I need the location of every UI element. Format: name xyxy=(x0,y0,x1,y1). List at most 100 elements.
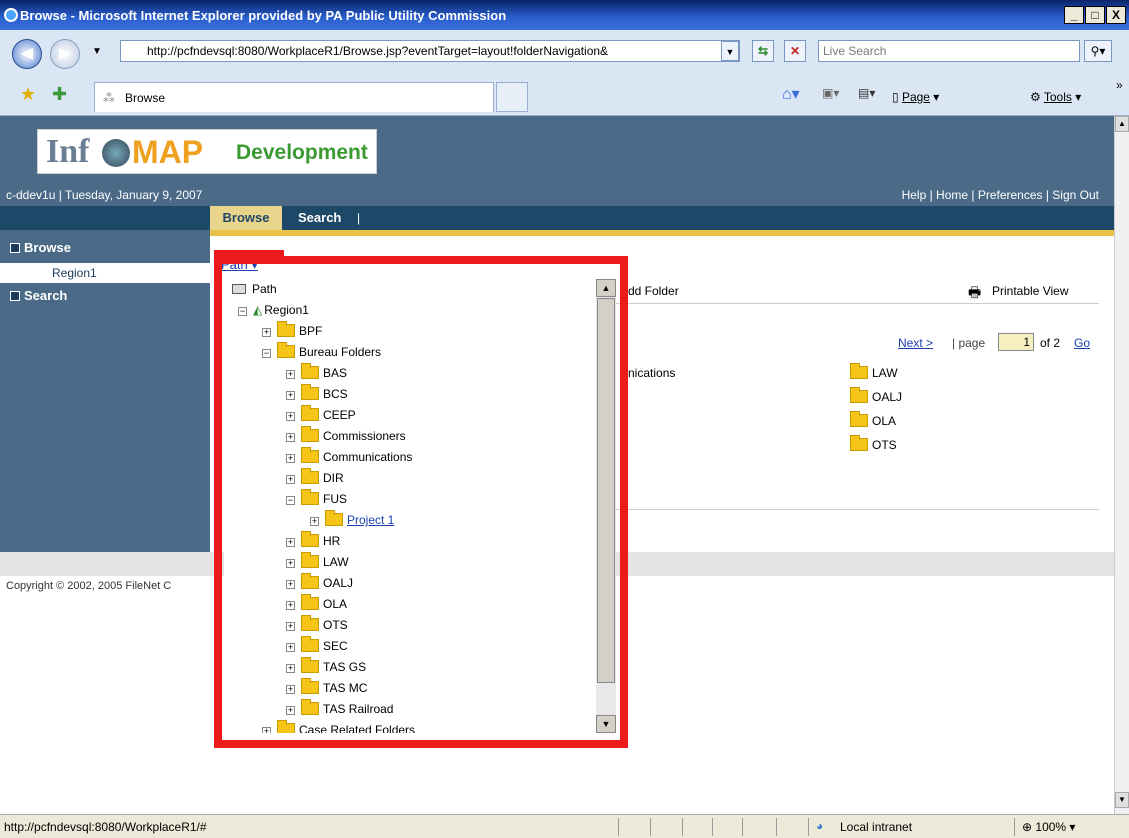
tree-item-bpf[interactable]: + BPF xyxy=(262,321,322,342)
tree-item[interactable]: + Communications xyxy=(286,447,412,468)
expand-icon xyxy=(10,291,20,301)
page-scroll-up-icon[interactable]: ▲ xyxy=(1115,116,1129,132)
tree-item[interactable]: + DIR xyxy=(286,468,344,489)
header-links[interactable]: Help | Home | Preferences | Sign Out xyxy=(902,188,1099,202)
folder-icon xyxy=(277,342,295,358)
page-number-input[interactable]: 1 xyxy=(998,333,1034,351)
tree-item-case-related[interactable]: + Case Related Folders xyxy=(262,720,415,733)
print-icon[interactable]: ▤▾ xyxy=(858,86,875,100)
folder-item-ola[interactable]: OLA xyxy=(850,411,896,428)
tree-item-bureau-folders[interactable]: − Bureau Folders xyxy=(262,342,381,363)
tree-scrollbar[interactable]: ▲ ▼ xyxy=(596,279,616,733)
folder-icon xyxy=(301,489,319,505)
expand-icon: + xyxy=(286,663,295,673)
folder-icon xyxy=(850,435,868,451)
tree-item-project-1[interactable]: + Project 1 xyxy=(310,510,394,531)
scroll-thumb[interactable] xyxy=(597,298,615,683)
tab-search-menu[interactable]: Search xyxy=(298,206,341,230)
tree-item[interactable]: + Commissioners xyxy=(286,426,406,447)
address-dropdown-icon[interactable]: ▼ xyxy=(721,41,739,61)
history-dropdown-icon[interactable]: ▼ xyxy=(92,46,102,57)
new-tab-button[interactable] xyxy=(496,82,528,112)
folder-icon xyxy=(301,468,319,484)
folder-item-law[interactable]: LAW xyxy=(850,363,898,380)
folder-icon xyxy=(850,363,868,379)
expand-icon: + xyxy=(286,537,295,547)
printable-view-link[interactable]: Printable View xyxy=(992,284,1069,298)
tree-item[interactable]: + TAS GS xyxy=(286,657,366,678)
tab-browse[interactable]: ⁂ Browse xyxy=(94,82,494,112)
page-header: Inf MAP Development c-ddev1u | Tuesday, … xyxy=(0,116,1114,206)
feeds-icon[interactable]: ▣▾ xyxy=(822,86,839,100)
tree-item[interactable]: + CEEP xyxy=(286,405,356,426)
next-page-link[interactable]: Next > xyxy=(898,336,933,350)
scroll-down-icon[interactable]: ▼ xyxy=(596,715,616,733)
tree-item[interactable]: + BCS xyxy=(286,384,348,405)
home-icon[interactable]: ⌂▾ xyxy=(782,84,800,104)
tree-item[interactable]: + OLA xyxy=(286,594,347,615)
tree-item[interactable]: + SEC xyxy=(286,636,348,657)
menu-bar: Browse Search | xyxy=(0,206,1114,230)
tree-label: OALJ xyxy=(323,576,354,590)
tree-item[interactable]: − FUS xyxy=(286,489,347,510)
forward-button[interactable]: ▶ xyxy=(50,39,80,69)
folder-item-oalj[interactable]: OALJ xyxy=(850,387,903,404)
expand-icon: + xyxy=(286,558,295,568)
address-field[interactable]: http://pcfndevsql:8080/WorkplaceR1/Brows… xyxy=(120,40,740,62)
folder-label: OALJ xyxy=(872,390,903,404)
store-icon: ◭ xyxy=(253,303,263,317)
divider xyxy=(808,818,809,836)
expand-icon: + xyxy=(286,369,295,379)
expand-icon: + xyxy=(286,453,295,463)
refresh-icon[interactable]: ⇆ xyxy=(752,40,774,62)
search-icon[interactable]: ⚲▾ xyxy=(1084,40,1112,62)
sidebar-item-search[interactable]: Search xyxy=(10,288,67,303)
page-scroll-down-icon[interactable]: ▼ xyxy=(1115,792,1129,808)
expand-icon: + xyxy=(286,579,295,589)
divider xyxy=(712,818,713,836)
tree-item[interactable]: + BAS xyxy=(286,363,347,384)
zoom-control[interactable]: ⊕ 100% ▾ xyxy=(1022,820,1075,834)
back-button[interactable]: ◀ xyxy=(12,39,42,69)
tree-item[interactable]: + OALJ xyxy=(286,573,353,594)
tree-label: Region1 xyxy=(264,303,309,317)
divider xyxy=(650,818,651,836)
folder-item-ots[interactable]: OTS xyxy=(850,435,897,452)
tools-menu[interactable]: ⚙ Tools ▾ xyxy=(1030,90,1081,104)
maximize-button[interactable]: □ xyxy=(1085,6,1105,24)
close-button[interactable]: X xyxy=(1106,6,1126,24)
stop-icon[interactable]: ✕ xyxy=(784,40,806,62)
expand-icon: + xyxy=(286,390,295,400)
divider xyxy=(1014,818,1015,836)
divider xyxy=(618,818,619,836)
favorites-star-icon[interactable]: ★ xyxy=(20,84,36,105)
go-link[interactable]: Go xyxy=(1074,336,1090,350)
page-menu[interactable]: ▯ Page ▾ xyxy=(892,90,939,104)
search-input[interactable]: Live Search xyxy=(818,40,1080,62)
folder-communications-partial[interactable]: nications xyxy=(628,366,675,380)
add-favorite-icon[interactable]: ✚ xyxy=(52,84,67,105)
more-chevron-icon[interactable]: » xyxy=(1116,78,1123,92)
tree-label: TAS Railroad xyxy=(323,702,394,716)
tab-browse-menu[interactable]: Browse xyxy=(210,206,282,230)
sidebar-item-browse[interactable]: Browse xyxy=(10,240,71,255)
tree-label: BCS xyxy=(323,387,348,401)
tree-item[interactable]: + HR xyxy=(286,531,340,552)
tree-item[interactable]: + TAS Railroad xyxy=(286,699,393,720)
tree-item[interactable]: + OTS xyxy=(286,615,348,636)
sidebar: Browse Region1 Search xyxy=(0,230,210,575)
tree-item[interactable]: + LAW xyxy=(286,552,349,573)
sidebar-item-region1[interactable]: Region1 xyxy=(0,263,210,283)
folder-icon xyxy=(277,720,295,733)
tree-item-region1[interactable]: − ◭ Region1 xyxy=(238,300,309,321)
scroll-up-icon[interactable]: ▲ xyxy=(596,279,616,297)
minimize-button[interactable]: _ xyxy=(1064,6,1084,24)
tree-item[interactable]: + TAS MC xyxy=(286,678,367,699)
tree-label: Bureau Folders xyxy=(299,345,382,359)
add-folder-link[interactable]: dd Folder xyxy=(628,284,679,298)
page-scrollbar[interactable]: ▲ ▼ xyxy=(1114,116,1129,814)
tree-root[interactable]: Path xyxy=(232,279,277,300)
collapse-icon: − xyxy=(286,495,295,505)
tree-label: Project 1 xyxy=(347,513,395,527)
collapse-icon: − xyxy=(262,348,271,358)
